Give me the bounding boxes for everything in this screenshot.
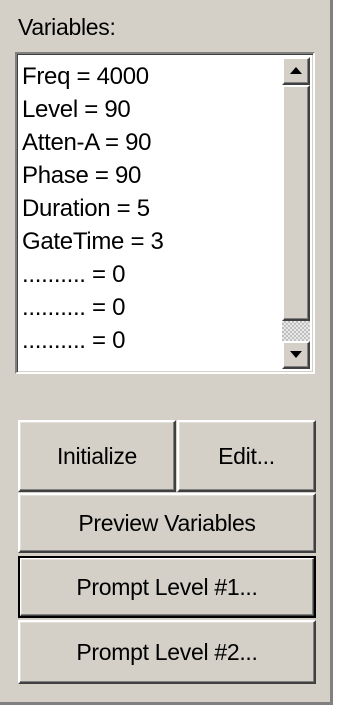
list-item[interactable]: .......... = 0 bbox=[22, 258, 280, 291]
list-item[interactable]: Phase = 90 bbox=[22, 159, 280, 192]
prompt-level-2-button[interactable]: Prompt Level #2... bbox=[18, 620, 316, 684]
variables-listbox[interactable]: Freq = 4000 Level = 90 Atten-A = 90 Phas… bbox=[15, 52, 315, 374]
scroll-thumb[interactable] bbox=[282, 85, 310, 321]
vertical-scrollbar[interactable] bbox=[282, 57, 310, 369]
list-item[interactable]: Atten-A = 90 bbox=[22, 126, 280, 159]
scroll-up-arrow-icon bbox=[290, 67, 302, 74]
list-item[interactable]: .......... = 0 bbox=[22, 324, 280, 357]
scroll-down-button[interactable] bbox=[282, 341, 310, 369]
scroll-up-button[interactable] bbox=[282, 57, 310, 85]
list-item[interactable]: Freq = 4000 bbox=[22, 60, 280, 93]
initialize-button[interactable]: Initialize bbox=[18, 420, 176, 492]
variables-list: Freq = 4000 Level = 90 Atten-A = 90 Phas… bbox=[22, 60, 280, 357]
preview-variables-button[interactable]: Preview Variables bbox=[18, 493, 316, 553]
list-item[interactable]: Duration = 5 bbox=[22, 192, 280, 225]
list-item[interactable]: GateTime = 3 bbox=[22, 225, 280, 258]
variables-panel: Variables: Freq = 4000 Level = 90 Atten-… bbox=[0, 0, 333, 705]
scroll-down-arrow-icon bbox=[290, 351, 302, 358]
edit-button[interactable]: Edit... bbox=[177, 420, 316, 492]
variables-label: Variables: bbox=[18, 14, 116, 40]
list-item[interactable]: Level = 90 bbox=[22, 93, 280, 126]
list-item[interactable]: .......... = 0 bbox=[22, 291, 280, 324]
scroll-track[interactable] bbox=[282, 321, 310, 341]
prompt-level-1-button[interactable]: Prompt Level #1... bbox=[18, 556, 316, 618]
